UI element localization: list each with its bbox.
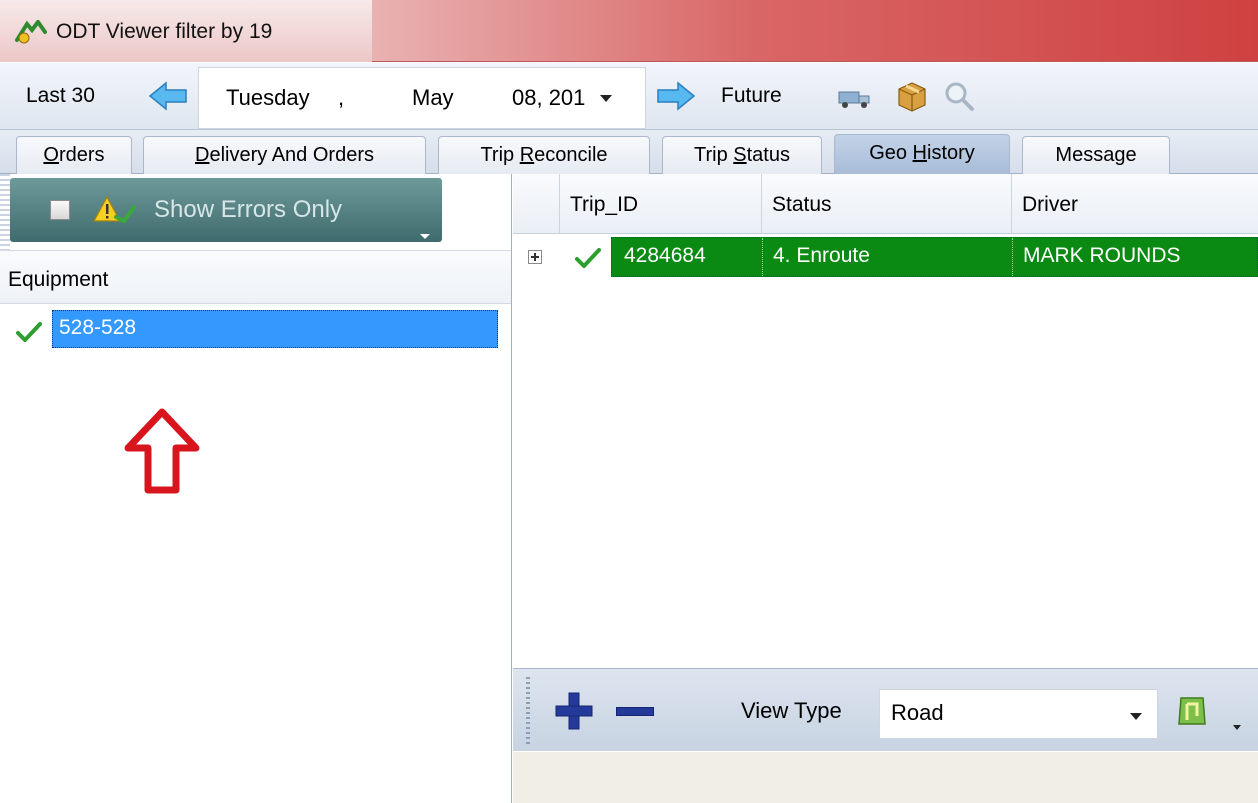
date-toolbar: Last 30 Tuesday , May 08, 201 Future bbox=[0, 63, 1258, 130]
tab-trip-status[interactable]: Trip Status bbox=[662, 136, 822, 174]
zoom-out-icon[interactable] bbox=[616, 707, 654, 716]
equipment-item-selected[interactable]: 528-528 bbox=[52, 310, 498, 348]
cell-driver[interactable]: MARK ROUNDS bbox=[1012, 238, 1257, 276]
cell-status[interactable]: 4. Enroute bbox=[762, 238, 1012, 276]
trip-grid-panel: Trip_ID Status Driver 4284684 4. Enroute… bbox=[513, 174, 1258, 803]
tab-message[interactable]: Message bbox=[1022, 136, 1170, 174]
equipment-header-label: Equipment bbox=[8, 268, 109, 291]
grid-header: Trip_ID Status Driver bbox=[513, 174, 1258, 234]
date-day-year[interactable]: 08, 201 bbox=[512, 85, 585, 111]
show-errors-label[interactable]: Show Errors Only bbox=[154, 196, 342, 224]
map-layers-icon[interactable] bbox=[1175, 694, 1209, 730]
map-toolbar: View Type Road bbox=[513, 668, 1258, 751]
cell-text: 4284684 bbox=[624, 244, 706, 267]
tab-strip: Orders Delivery And Orders Trip Reconcil… bbox=[0, 130, 1258, 174]
window-title-tab: ODT Viewer filter by 19 bbox=[0, 0, 372, 62]
selected-row[interactable]: 4284684 4. Enroute MARK ROUNDS bbox=[611, 237, 1258, 277]
previous-day-arrow-icon[interactable] bbox=[148, 81, 188, 111]
column-header-driver[interactable]: Driver bbox=[1011, 174, 1258, 234]
column-header-label: Driver bbox=[1022, 193, 1078, 216]
last-30-button[interactable]: Last 30 bbox=[26, 84, 95, 108]
map-area[interactable] bbox=[513, 752, 1258, 803]
cell-text: 4. Enroute bbox=[773, 244, 870, 267]
app-icon bbox=[15, 20, 47, 44]
checkmark-icon bbox=[16, 322, 42, 342]
package-icon[interactable] bbox=[895, 79, 929, 113]
column-header-label: Trip_ID bbox=[570, 193, 639, 216]
date-picker[interactable]: Tuesday , May 08, 201 bbox=[198, 67, 646, 129]
column-header-status[interactable]: Status bbox=[761, 174, 1011, 234]
checkmark-icon bbox=[575, 248, 601, 268]
equipment-panel: Show Errors Only Equipment 528-528 bbox=[0, 174, 512, 803]
show-errors-checkbox[interactable] bbox=[50, 200, 70, 220]
zoom-in-icon[interactable] bbox=[555, 691, 593, 731]
show-errors-toolbar: Show Errors Only bbox=[10, 178, 442, 242]
warning-icon bbox=[92, 195, 136, 224]
date-month[interactable]: May bbox=[412, 85, 454, 111]
cell-trip-id[interactable]: 4284684 bbox=[624, 238, 760, 276]
table-row[interactable]: 4284684 4. Enroute MARK ROUNDS bbox=[513, 235, 1258, 279]
future-button[interactable]: Future bbox=[721, 84, 782, 108]
title-bar: ODT Viewer filter by 19 bbox=[0, 0, 1258, 62]
column-header-label: Status bbox=[772, 193, 832, 216]
tab-orders[interactable]: Orders bbox=[16, 136, 132, 174]
next-day-arrow-icon[interactable] bbox=[656, 81, 696, 111]
toolbar-grip[interactable] bbox=[0, 174, 10, 250]
truck-icon[interactable] bbox=[838, 89, 872, 109]
window-title: ODT Viewer filter by 19 bbox=[56, 20, 273, 43]
tab-trip-reconcile[interactable]: Trip Reconcile bbox=[438, 136, 650, 174]
cell-text: MARK ROUNDS bbox=[1023, 244, 1181, 267]
tab-geo-history[interactable]: Geo History bbox=[834, 134, 1010, 174]
tab-delivery-and-orders[interactable]: Delivery And Orders bbox=[143, 136, 426, 174]
equipment-item-label: 528-528 bbox=[59, 316, 137, 339]
view-type-label: View Type bbox=[741, 698, 842, 723]
list-item[interactable]: 528-528 bbox=[0, 308, 502, 350]
column-header-trip-id[interactable]: Trip_ID bbox=[559, 174, 761, 234]
overflow-chevron-icon[interactable] bbox=[1233, 725, 1241, 730]
date-day[interactable]: Tuesday bbox=[226, 85, 310, 111]
toolbar-grip[interactable] bbox=[526, 677, 530, 747]
search-icon[interactable] bbox=[943, 80, 975, 112]
date-separator: , bbox=[338, 85, 345, 110]
red-up-arrow-icon bbox=[124, 408, 200, 494]
chevron-down-icon[interactable] bbox=[420, 234, 430, 239]
view-type-select[interactable]: Road bbox=[879, 689, 1158, 739]
expand-row-icon[interactable] bbox=[528, 250, 542, 264]
chevron-down-icon[interactable] bbox=[1130, 713, 1142, 720]
view-type-value: Road bbox=[891, 700, 944, 725]
chevron-down-icon[interactable] bbox=[600, 95, 612, 102]
equipment-column-header[interactable]: Equipment bbox=[0, 250, 511, 304]
